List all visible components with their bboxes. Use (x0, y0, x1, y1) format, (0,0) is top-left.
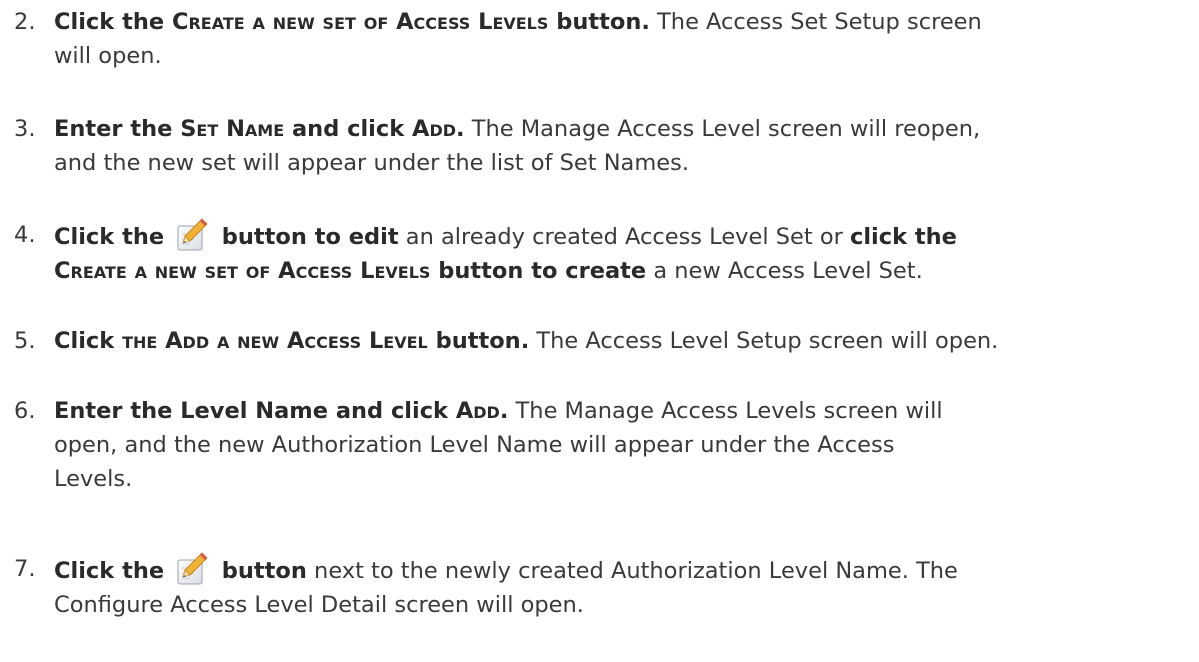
step-text: Enter the Set Name and click Add. The Ma… (54, 112, 1194, 180)
bold-instruction-text: Enter the (54, 116, 181, 142)
ui-element-reference: Add (455, 398, 500, 424)
bold-instruction-text: click the (850, 224, 957, 250)
step-4: 4. Click the button to edit an already c… (14, 218, 1194, 288)
step-text: Click the Add a new Access Level button.… (54, 324, 1194, 358)
step-line: Click the Create a new set of Access Lev… (54, 5, 1194, 39)
description-text: The Manage Access Level screen will reop… (464, 116, 981, 142)
ui-element-reference: Create a new set of Access Levels (171, 9, 549, 35)
step-line: Click the button next to the newly creat… (54, 552, 1194, 588)
step-line: Click the button to edit an already crea… (54, 218, 1194, 254)
bold-instruction-text: Click the (54, 9, 172, 35)
step-text: Enter the Level Name and click Add. The … (54, 394, 1194, 496)
step-text: Click the button next to the newly creat… (54, 552, 1194, 622)
bold-instruction-text: button (213, 558, 307, 584)
description-text: next to the newly created Authorization … (306, 558, 958, 584)
ui-element-reference: Add (412, 116, 457, 142)
step-number: 2. (14, 9, 36, 35)
step-6: 6. Enter the Level Name and click Add. T… (14, 394, 1194, 496)
description-text: Configure Access Level Detail screen wil… (54, 592, 584, 618)
description-text: The Access Set Setup screen (649, 9, 982, 35)
step-number: 5. (14, 328, 36, 354)
ui-element-reference: the Add a new Access Level (122, 328, 428, 354)
step-text: Click the button to edit an already crea… (54, 218, 1194, 288)
bold-instruction-text: Enter the Level Name and click (54, 398, 456, 424)
step-text: Click the Create a new set of Access Lev… (54, 5, 1194, 73)
bold-instruction-text: button to edit (213, 224, 399, 250)
ui-element-reference: Set Name (180, 116, 285, 142)
bold-instruction-text: . (456, 116, 465, 142)
bold-instruction-text: Click the (54, 224, 172, 250)
step-number: 4. (14, 222, 36, 248)
step-number: 7. (14, 556, 36, 582)
step-line: Enter the Level Name and click Add. The … (54, 394, 1194, 428)
step-line: and the new set will appear under the li… (54, 146, 1194, 180)
step-line: Enter the Set Name and click Add. The Ma… (54, 112, 1194, 146)
step-2: 2. Click the Create a new set of Access … (14, 5, 1194, 73)
bold-instruction-text: button. (548, 9, 650, 35)
description-text: a new Access Level Set. (646, 258, 923, 284)
step-line: open, and the new Authorization Level Na… (54, 428, 1194, 462)
step-line: will open. (54, 39, 1194, 73)
ui-element-reference: Create a new set of Access Levels (54, 258, 431, 284)
bold-instruction-text: Click the (54, 558, 172, 584)
description-text: an already created Access Level Set or (398, 224, 850, 250)
instruction-steps: 2. Click the Create a new set of Access … (0, 0, 1199, 662)
description-text: and the new set will appear under the li… (54, 150, 689, 176)
step-line: Click the Add a new Access Level button.… (54, 324, 1194, 358)
bold-instruction-text: and click (284, 116, 413, 142)
step-line: Levels. (54, 462, 1194, 496)
step-number: 6. (14, 398, 36, 424)
step-3: 3. Enter the Set Name and click Add. The… (14, 112, 1194, 180)
pencil-edit-icon (176, 218, 210, 252)
description-text: Levels. (54, 466, 133, 492)
step-5: 5. Click the Add a new Access Level butt… (14, 324, 1194, 358)
step-line: Create a new set of Access Levels button… (54, 254, 1194, 288)
bold-instruction-text: button to create (430, 258, 647, 284)
step-line: Configure Access Level Detail screen wil… (54, 588, 1194, 622)
step-7: 7. Click the button next to the newly cr… (14, 552, 1194, 622)
step-number: 3. (14, 116, 36, 142)
description-text: will open. (54, 43, 162, 69)
description-text: The Manage Access Levels screen will (508, 398, 943, 424)
description-text: The Access Level Setup screen will open. (529, 328, 999, 354)
pencil-edit-icon (176, 552, 210, 586)
bold-instruction-text: Click (54, 328, 123, 354)
bold-instruction-text: button. (427, 328, 530, 354)
description-text: open, and the new Authorization Level Na… (54, 432, 895, 458)
